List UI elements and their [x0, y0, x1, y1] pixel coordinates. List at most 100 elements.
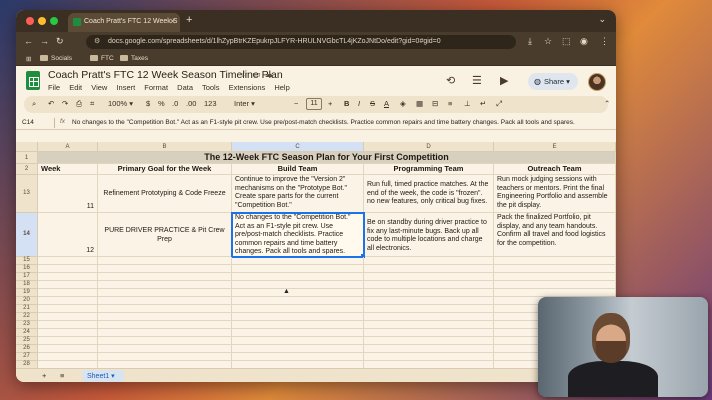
- row-header-20[interactable]: 20: [16, 297, 38, 305]
- empty-cell[interactable]: [38, 321, 98, 329]
- search-menus-icon[interactable]: ⌕: [32, 99, 36, 109]
- empty-cell[interactable]: [364, 321, 494, 329]
- new-tab-plus-icon[interactable]: +: [186, 14, 192, 26]
- row-header-16[interactable]: 16: [16, 265, 38, 273]
- bookmark-taxes[interactable]: Taxes: [120, 55, 148, 62]
- browser-tab-active[interactable]: Coach Pratt's FTC 12 Week S ✕: [68, 13, 180, 32]
- column-header-b[interactable]: B: [98, 142, 232, 152]
- empty-cell[interactable]: [232, 265, 364, 273]
- reload-icon[interactable]: ↻: [56, 36, 64, 47]
- menu-help[interactable]: Help: [274, 83, 289, 92]
- bookmark-star-icon[interactable]: ☆: [544, 36, 552, 47]
- empty-cell[interactable]: [98, 273, 232, 281]
- menu-edit[interactable]: Edit: [69, 83, 82, 92]
- empty-cell[interactable]: [38, 257, 98, 265]
- empty-cell[interactable]: [494, 289, 616, 297]
- row-header-24[interactable]: 24: [16, 329, 38, 337]
- install-icon[interactable]: ⤓: [528, 36, 532, 47]
- maximize-window-button[interactable]: [50, 17, 58, 25]
- empty-cell[interactable]: [232, 273, 364, 281]
- borders-icon[interactable]: ▦: [416, 99, 423, 108]
- text-wrap-icon[interactable]: ↵: [480, 99, 486, 108]
- meet-video-icon[interactable]: ▶: [500, 74, 508, 87]
- spreadsheet-grid[interactable]: A B C D E 1 The 12-Week FTC Season Plan …: [16, 142, 616, 368]
- back-arrow-icon[interactable]: ←: [24, 36, 33, 46]
- empty-cell[interactable]: [38, 337, 98, 345]
- tab-close-icon[interactable]: ✕: [169, 17, 176, 26]
- tab-sheet1[interactable]: Sheet1 ▾: [82, 370, 124, 382]
- bookmark-socials[interactable]: Socials: [40, 55, 72, 62]
- font-select[interactable]: Inter ▾: [234, 99, 255, 108]
- column-header-d[interactable]: D: [364, 142, 494, 152]
- empty-cell[interactable]: [98, 313, 232, 321]
- empty-cell[interactable]: [38, 273, 98, 281]
- empty-cell[interactable]: [98, 361, 232, 368]
- italic-button[interactable]: I: [358, 99, 360, 108]
- merge-cells-icon[interactable]: ⊟: [432, 99, 438, 108]
- bold-button[interactable]: B: [344, 99, 349, 108]
- banner-cell[interactable]: The 12-Week FTC Season Plan for Your Fir…: [38, 152, 616, 164]
- row-header-28[interactable]: 28: [16, 361, 38, 368]
- row-header-19[interactable]: 19: [16, 289, 38, 297]
- row-header-14[interactable]: 14: [16, 213, 38, 257]
- outreach-cell[interactable]: Pack the finalized Portfolio, pit displa…: [494, 213, 616, 257]
- row-header-15[interactable]: 15: [16, 257, 38, 265]
- cloud-status-icon[interactable]: ☁: [265, 69, 278, 79]
- programming-cell[interactable]: Be on standby during driver practice to …: [364, 213, 494, 257]
- menu-extensions[interactable]: Extensions: [229, 83, 266, 92]
- increase-font-size-button[interactable]: +: [328, 99, 332, 108]
- empty-cell[interactable]: [232, 281, 364, 289]
- row-header-21[interactable]: 21: [16, 305, 38, 313]
- empty-cell[interactable]: [364, 257, 494, 265]
- url-field[interactable]: ⚙ docs.google.com/spreadsheets/d/1lhZypB…: [86, 35, 516, 49]
- empty-cell[interactable]: [98, 289, 232, 297]
- empty-cell[interactable]: [38, 281, 98, 289]
- empty-cell[interactable]: [38, 353, 98, 361]
- header-outreach-team[interactable]: Outreach Team: [494, 164, 616, 175]
- empty-cell[interactable]: [38, 313, 98, 321]
- empty-cell[interactable]: [38, 361, 98, 368]
- empty-cell[interactable]: [364, 297, 494, 305]
- empty-cell[interactable]: [364, 313, 494, 321]
- bookmark-ftc[interactable]: FTC: [90, 55, 114, 62]
- text-color-button[interactable]: A: [384, 99, 389, 108]
- share-button[interactable]: ◍ Share ▾: [528, 73, 578, 90]
- empty-cell[interactable]: [232, 345, 364, 353]
- empty-cell[interactable]: [364, 353, 494, 361]
- empty-cell[interactable]: [364, 329, 494, 337]
- empty-cell[interactable]: [232, 321, 364, 329]
- empty-cell[interactable]: [494, 281, 616, 289]
- version-history-icon[interactable]: ⟲: [446, 74, 455, 87]
- extensions-icon[interactable]: ⬚: [562, 36, 571, 47]
- name-box[interactable]: C14: [22, 119, 34, 126]
- empty-cell[interactable]: [232, 329, 364, 337]
- tab-list-chevron-icon[interactable]: ⌄: [598, 14, 606, 25]
- strikethrough-button[interactable]: S: [370, 99, 375, 108]
- all-sheets-button[interactable]: ≡: [60, 371, 64, 380]
- decrease-decimal-button[interactable]: .0: [172, 99, 178, 108]
- row-header-18[interactable]: 18: [16, 281, 38, 289]
- print-icon[interactable]: ⎙: [76, 99, 82, 109]
- empty-cell[interactable]: [98, 337, 232, 345]
- horizontal-align-icon[interactable]: ≡: [448, 99, 452, 108]
- empty-cell[interactable]: [38, 289, 98, 297]
- header-programming-team[interactable]: Programming Team: [364, 164, 494, 175]
- goal-cell[interactable]: Refinement Prototyping & Code Freeze: [98, 175, 232, 213]
- empty-cell[interactable]: [364, 273, 494, 281]
- column-header-c[interactable]: C: [232, 142, 364, 152]
- star-icon[interactable]: ☆: [240, 69, 252, 79]
- empty-cell[interactable]: [494, 265, 616, 273]
- outreach-cell[interactable]: Run mock judging sessions with teachers …: [494, 175, 616, 213]
- close-window-button[interactable]: [26, 17, 34, 25]
- font-size-input[interactable]: 11: [306, 98, 322, 110]
- site-info-icon[interactable]: ⚙: [94, 37, 100, 45]
- row-header-1[interactable]: 1: [16, 152, 38, 164]
- row-header-2[interactable]: 2: [16, 164, 38, 175]
- add-sheet-button[interactable]: +: [42, 371, 46, 380]
- row-header-22[interactable]: 22: [16, 313, 38, 321]
- programming-cell[interactable]: Run full, timed practice matches. At the…: [364, 175, 494, 213]
- empty-cell[interactable]: [98, 329, 232, 337]
- goal-cell[interactable]: PURE DRIVER PRACTICE & Pit Crew Prep: [98, 213, 232, 257]
- header-week[interactable]: Week: [38, 164, 98, 175]
- row-header-25[interactable]: 25: [16, 337, 38, 345]
